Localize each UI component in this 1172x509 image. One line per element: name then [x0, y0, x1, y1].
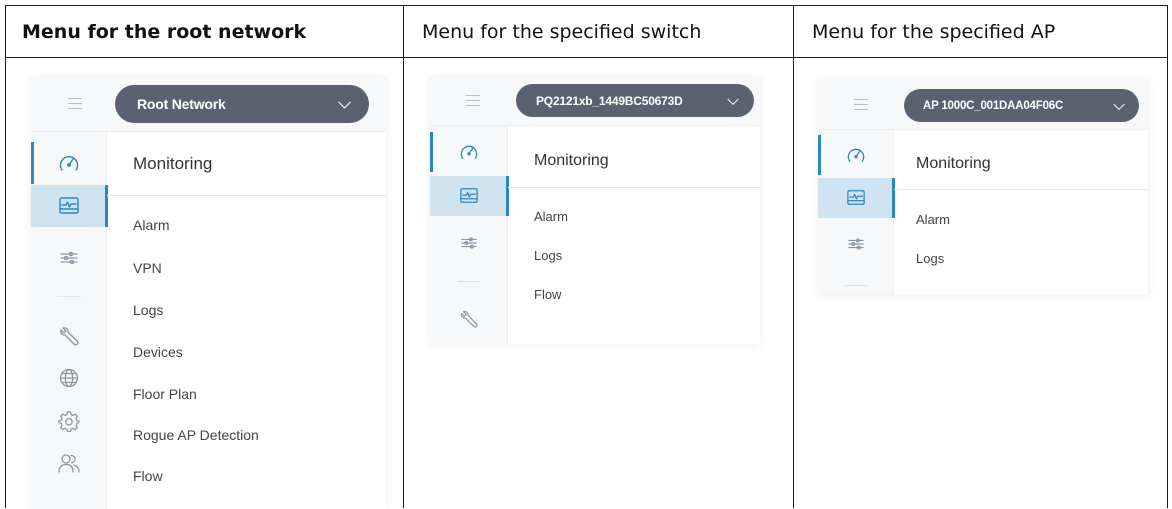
- rail-item-globe[interactable]: [31, 357, 107, 399]
- root-network-menu-panel: Root Network Monitoring Alarm VPN Logs D…: [31, 76, 386, 509]
- dashboard-icon: [847, 148, 865, 162]
- dashboard-icon: [460, 145, 478, 159]
- top-bar: AP 1000C_001DAA04F06C: [818, 80, 1148, 130]
- icon-rail: [430, 126, 509, 344]
- header-root-network: Menu for the root network: [22, 21, 307, 43]
- rail-item-monitoring[interactable]: [818, 178, 895, 218]
- rail-item-settings[interactable]: [430, 224, 508, 262]
- chevron-down-icon: [727, 93, 739, 105]
- menu-item-alarm[interactable]: Alarm: [534, 209, 568, 224]
- section-title-monitoring: Monitoring: [916, 155, 991, 172]
- menu-item-alarm[interactable]: Alarm: [133, 217, 170, 233]
- settings-sliders-icon: [60, 251, 78, 265]
- menu-item-alarm[interactable]: Alarm: [916, 212, 950, 227]
- settings-sliders-icon: [461, 237, 477, 249]
- rail-item-maintenance[interactable]: [31, 315, 107, 357]
- monitoring-icon: [460, 188, 478, 203]
- gear-icon: [58, 411, 80, 432]
- column-divider: [403, 6, 404, 508]
- menu-item-vpn[interactable]: VPN: [133, 260, 162, 276]
- menu-item-logs[interactable]: Logs: [916, 251, 944, 266]
- ap-menu-panel: AP 1000C_001DAA04F06C Monitoring Alarm L…: [818, 80, 1148, 294]
- menu-item-devices[interactable]: Devices: [133, 344, 183, 360]
- menu-item-flow[interactable]: Flow: [534, 287, 561, 302]
- users-icon: [58, 454, 80, 473]
- rail-divider: [845, 285, 867, 286]
- chevron-down-icon: [338, 95, 351, 109]
- rail-item-settings[interactable]: [818, 226, 894, 262]
- top-bar: PQ2121xb_1449BC50673D: [430, 76, 760, 126]
- section-title-monitoring: Monitoring: [133, 154, 213, 173]
- header-specified-ap: Menu for the specified AP: [812, 21, 1056, 43]
- icon-rail: [818, 130, 895, 294]
- chevron-down-icon: [1113, 98, 1125, 110]
- network-selector[interactable]: AP 1000C_001DAA04F06C: [904, 89, 1139, 122]
- rail-item-maintenance[interactable]: [430, 299, 508, 339]
- globe-icon: [59, 368, 79, 388]
- icon-rail: [31, 132, 108, 509]
- rail-item-monitoring[interactable]: [430, 176, 509, 216]
- hamburger-menu-icon[interactable]: [854, 99, 868, 114]
- network-selector-label: PQ2121xb_1449BC50673D: [536, 93, 683, 108]
- rail-item-dashboard[interactable]: [430, 132, 508, 172]
- menu-item-logs[interactable]: Logs: [534, 248, 562, 263]
- monitoring-icon: [59, 197, 79, 214]
- maintenance-icon: [60, 327, 79, 346]
- hamburger-menu-icon[interactable]: [466, 95, 480, 110]
- rail-item-users[interactable]: [31, 442, 107, 484]
- menu-item-rogue-ap-detection[interactable]: Rogue AP Detection: [133, 427, 259, 443]
- header-specified-switch: Menu for the specified switch: [422, 21, 702, 43]
- network-selector[interactable]: PQ2121xb_1449BC50673D: [516, 84, 754, 117]
- section-title-monitoring: Monitoring: [534, 152, 609, 169]
- settings-sliders-icon: [848, 238, 864, 250]
- network-selector-label: Root Network: [137, 96, 226, 112]
- dashboard-icon: [59, 155, 79, 171]
- rail-item-settings[interactable]: [31, 237, 107, 279]
- rail-divider: [57, 296, 81, 297]
- table-header-row: Menu for the root network Menu for the s…: [6, 6, 1167, 58]
- maintenance-icon: [460, 310, 478, 328]
- rail-item-dashboard[interactable]: [31, 142, 107, 184]
- menu-item-logs[interactable]: Logs: [133, 302, 163, 318]
- menu-item-flow[interactable]: Flow: [133, 468, 163, 484]
- top-bar: Root Network: [31, 76, 386, 132]
- network-selector-label: AP 1000C_001DAA04F06C: [923, 99, 1064, 112]
- rail-divider: [458, 281, 480, 282]
- monitoring-icon: [847, 190, 865, 205]
- network-selector[interactable]: Root Network: [115, 85, 369, 123]
- menu-separator: [107, 195, 386, 196]
- comparison-table: Menu for the root network Menu for the s…: [5, 5, 1168, 509]
- column-divider: [793, 6, 794, 508]
- rail-item-dashboard[interactable]: [818, 135, 894, 175]
- rail-item-gear[interactable]: [31, 400, 107, 442]
- hamburger-menu-icon[interactable]: [68, 98, 82, 113]
- menu-separator: [508, 187, 760, 188]
- menu-separator: [894, 189, 1148, 190]
- rail-item-monitoring[interactable]: [31, 185, 108, 227]
- switch-menu-panel: PQ2121xb_1449BC50673D Monitoring Alarm L…: [430, 76, 760, 344]
- menu-item-floor-plan[interactable]: Floor Plan: [133, 386, 197, 402]
